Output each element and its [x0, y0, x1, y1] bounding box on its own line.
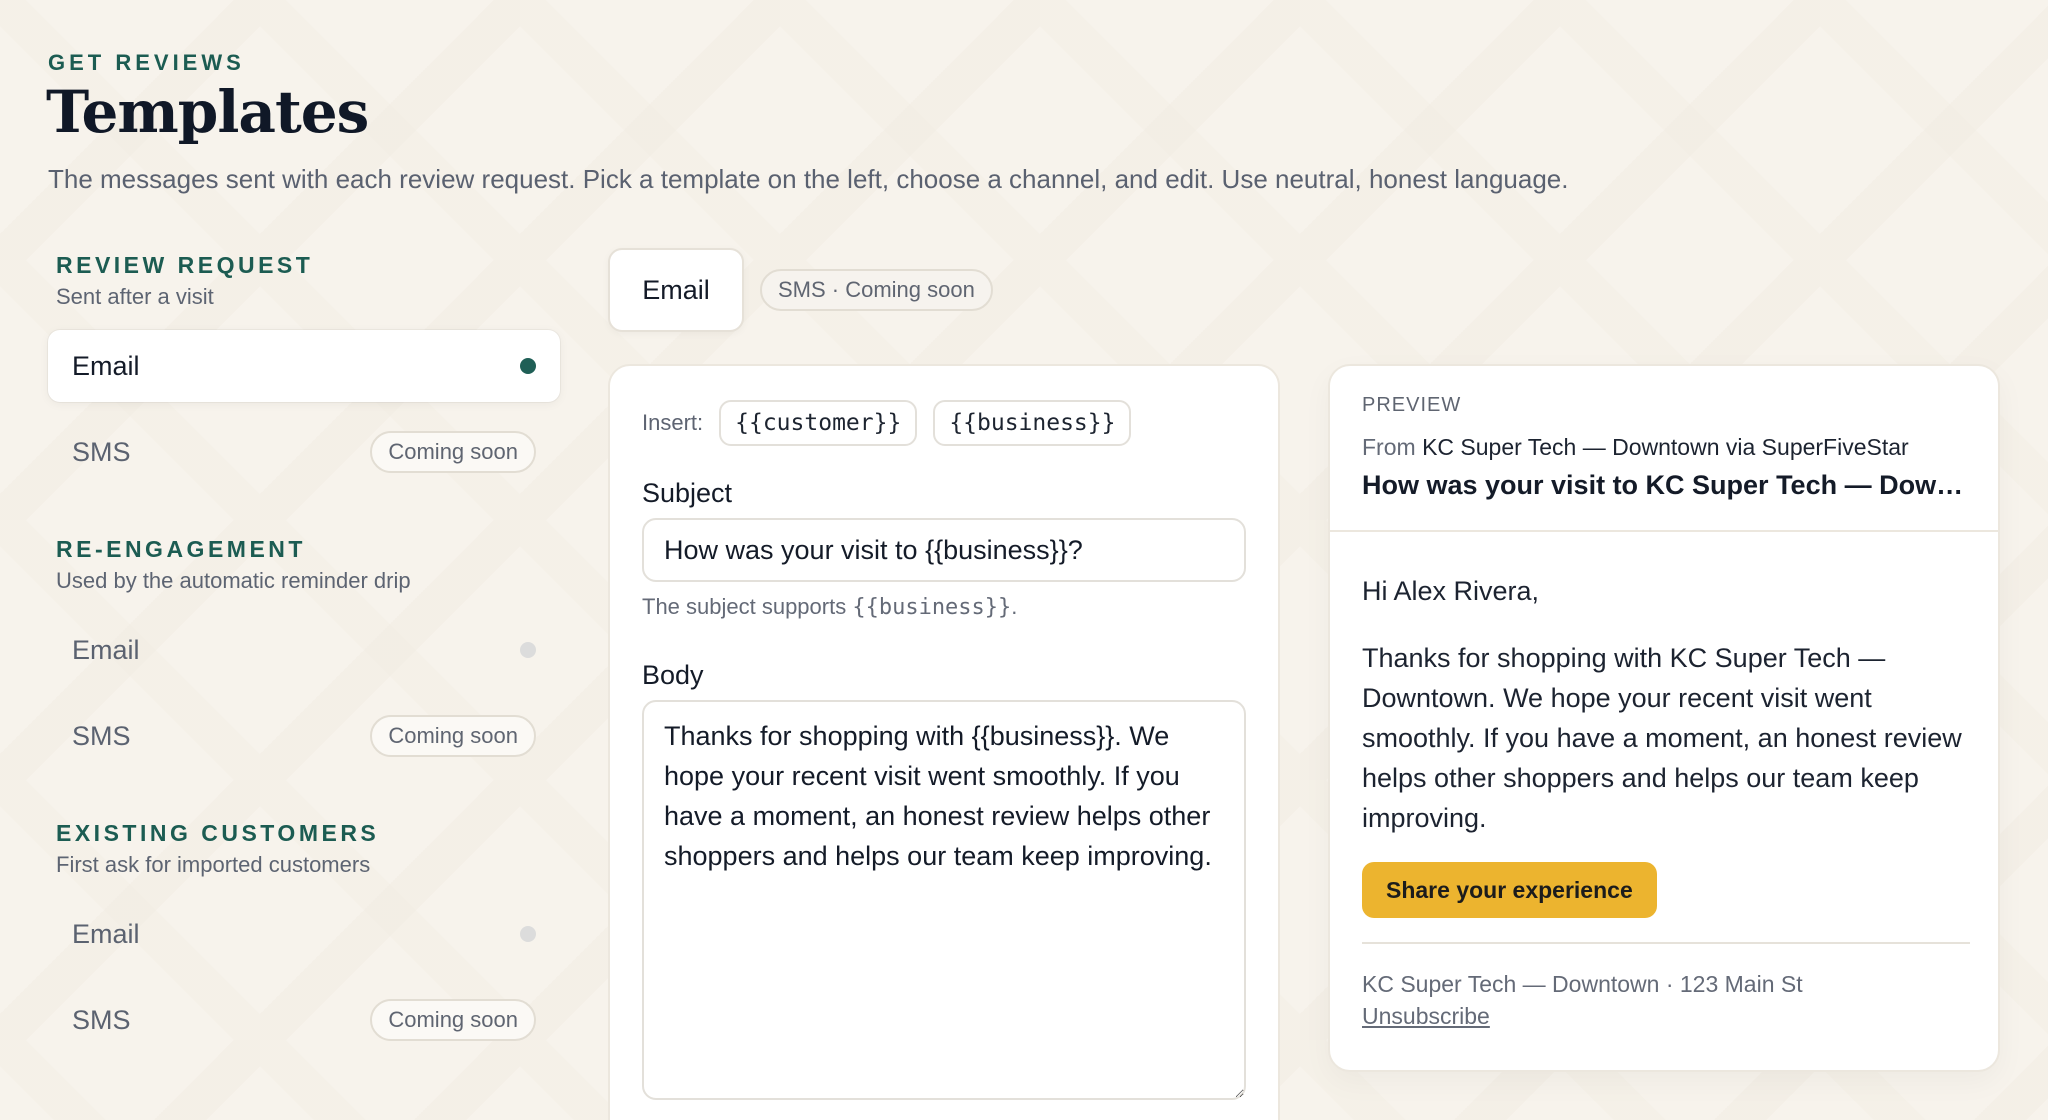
selected-dot-icon: [520, 358, 536, 374]
status-dot-icon: [520, 926, 536, 942]
sidebar-item-re-engagement-sms[interactable]: SMS Coming soon: [48, 700, 560, 772]
subject-hint-suffix: .: [1011, 594, 1018, 619]
insert-label: Insert:: [642, 410, 704, 435]
page-title: Templates: [46, 78, 369, 146]
preview-from: From KC Super Tech — Downtown via SuperF…: [1362, 434, 1909, 461]
sidebar-item-label: SMS: [72, 1004, 131, 1035]
subject-input[interactable]: [642, 518, 1246, 582]
coming-soon-badge: Coming soon: [370, 999, 536, 1041]
preview-footer: KC Super Tech — Downtown · 123 Main St U…: [1362, 968, 1803, 1032]
sidebar-item-label: Email: [72, 634, 140, 665]
group-title: EXISTING CUSTOMERS: [56, 820, 380, 846]
preview-from-value: KC Super Tech — Downtown via SuperFiveSt…: [1422, 434, 1909, 460]
sidebar-item-existing-customers-email[interactable]: Email: [48, 898, 560, 970]
sidebar-item-label: SMS: [72, 436, 131, 467]
unsubscribe-link[interactable]: Unsubscribe: [1362, 1003, 1490, 1029]
sidebar-item-re-engagement-email[interactable]: Email: [48, 614, 560, 686]
preview-subject: How was your visit to KC Super Tech — Do…: [1362, 470, 1972, 500]
coming-soon-badge: Coming soon: [370, 715, 536, 757]
tab-email[interactable]: Email: [608, 248, 744, 332]
share-experience-button[interactable]: Share your experience: [1362, 862, 1657, 918]
page-eyebrow: GET REVIEWS: [48, 50, 245, 75]
preview-tag: PREVIEW: [1362, 394, 1462, 416]
preview-footer-address: KC Super Tech — Downtown · 123 Main St: [1362, 971, 1803, 997]
sidebar-item-review-request-sms[interactable]: SMS Coming soon: [48, 416, 560, 488]
group-title: REVIEW REQUEST: [56, 252, 314, 278]
insert-customer-chip[interactable]: {{customer}}: [719, 400, 918, 446]
group-description: Used by the automatic reminder drip: [56, 568, 411, 593]
email-preview: PREVIEW From KC Super Tech — Downtown vi…: [1328, 364, 2000, 1072]
preview-body: Thanks for shopping with KC Super Tech —…: [1362, 643, 1962, 833]
page-subtitle: The messages sent with each review reque…: [48, 164, 1569, 194]
body-textarea[interactable]: Thanks for shopping with {{business}}. W…: [642, 700, 1246, 1100]
subject-label: Subject: [642, 478, 733, 508]
subject-hint-prefix: The subject supports: [642, 594, 853, 619]
sidebar-item-existing-customers-sms[interactable]: SMS Coming soon: [48, 984, 560, 1056]
template-editor: Insert: {{customer}} {{business}} Subjec…: [608, 364, 1280, 1120]
preview-header: PREVIEW From KC Super Tech — Downtown vi…: [1330, 366, 1998, 532]
sidebar-item-review-request-email[interactable]: Email: [48, 330, 560, 402]
status-dot-icon: [520, 642, 536, 658]
body-label: Body: [642, 660, 704, 690]
subject-hint: The subject supports {{business}}.: [642, 594, 1017, 620]
channel-tabs: Email SMS · Coming soon: [608, 248, 993, 332]
preview-from-prefix: From: [1362, 434, 1416, 460]
tab-sms[interactable]: SMS · Coming soon: [760, 269, 993, 311]
sidebar-item-label: Email: [72, 918, 140, 949]
insert-business-chip[interactable]: {{business}}: [933, 400, 1132, 446]
sidebar-item-label: Email: [72, 350, 140, 381]
group-description: Sent after a visit: [56, 284, 214, 309]
preview-divider: [1362, 942, 1970, 944]
preview-greeting: Hi Alex Rivera,: [1362, 576, 1540, 606]
group-title: RE-ENGAGEMENT: [56, 536, 306, 562]
templates-page: GET REVIEWS Templates The messages sent …: [0, 0, 2048, 1120]
subject-hint-token: {{business}}: [852, 595, 1012, 620]
coming-soon-badge: Coming soon: [370, 431, 536, 473]
insert-variables-row: Insert: {{customer}} {{business}}: [642, 400, 1147, 446]
group-description: First ask for imported customers: [56, 852, 371, 877]
sidebar-item-label: SMS: [72, 720, 131, 751]
